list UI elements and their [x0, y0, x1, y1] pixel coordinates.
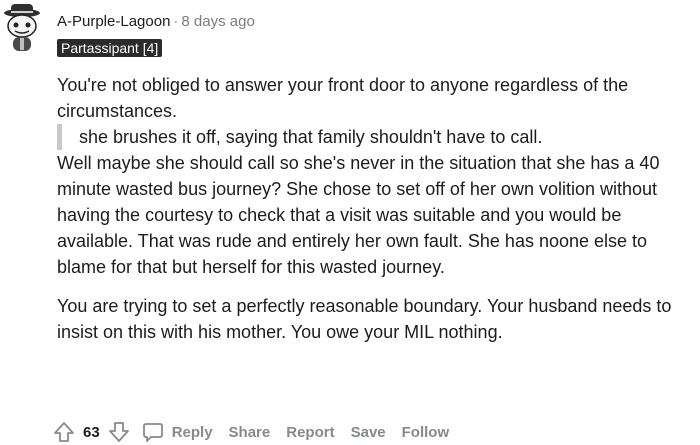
- upvote-icon[interactable]: [53, 421, 75, 443]
- comment-paragraph-1: You're not obliged to answer your front …: [57, 75, 629, 121]
- snoo-avatar-icon: [4, 4, 40, 51]
- downvote-icon[interactable]: [108, 421, 130, 443]
- follow-button[interactable]: Follow: [402, 424, 450, 441]
- blockquote: she brushes it off, saying that family s…: [57, 124, 697, 150]
- comment-paragraph-2: Well maybe she should call so she's neve…: [57, 153, 660, 277]
- comment-actions-bar: 63 Reply Share Report Save Follow: [53, 419, 449, 445]
- timestamp[interactable]: 8 days ago: [181, 13, 254, 30]
- reply-label: Reply: [171, 423, 213, 441]
- reply-button[interactable]: Reply: [142, 421, 213, 443]
- comment-body: You're not obliged to answer your front …: [57, 72, 697, 345]
- report-button[interactable]: Report: [286, 424, 334, 441]
- username-link[interactable]: A-Purple-Lagoon: [57, 13, 170, 30]
- avatar[interactable]: [0, 4, 44, 54]
- comment-bubble-icon: [142, 421, 164, 443]
- save-button[interactable]: Save: [351, 424, 386, 441]
- vote-score: 63: [83, 423, 100, 441]
- share-button[interactable]: Share: [229, 424, 271, 441]
- comment-header: A-Purple-Lagoon · 8 days ago: [57, 12, 255, 32]
- comment-paragraph-3: You are trying to set a perfectly reason…: [57, 296, 672, 342]
- user-flair-badge: Partassipant [4]: [57, 39, 163, 57]
- separator: ·: [173, 13, 179, 30]
